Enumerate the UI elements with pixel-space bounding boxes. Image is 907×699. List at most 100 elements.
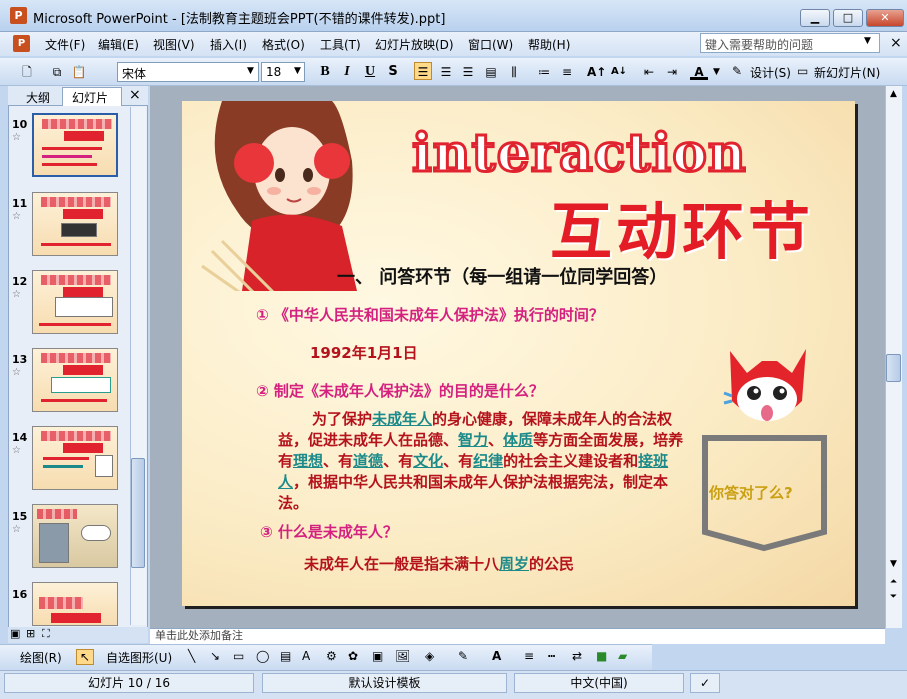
- menu-format[interactable]: 格式(O): [262, 36, 305, 53]
- fill-color-icon[interactable]: ◈: [425, 649, 434, 663]
- font-color-button[interactable]: A: [690, 63, 708, 80]
- chevron-down-icon[interactable]: ▼: [247, 66, 254, 76]
- align-right-button[interactable]: ☰: [459, 63, 477, 81]
- decrease-indent-button[interactable]: ⇤: [640, 63, 658, 81]
- text-direction-button[interactable]: ⫼: [505, 63, 523, 81]
- justify-button[interactable]: ▤: [482, 63, 500, 81]
- textbox-tool-icon[interactable]: ▤: [280, 649, 291, 663]
- normal-view-icon[interactable]: ▣: [10, 627, 20, 640]
- keyword-link[interactable]: 纪律: [473, 452, 503, 470]
- align-center-button[interactable]: ☰: [437, 63, 455, 81]
- notes-pane[interactable]: 单击此处添加备注: [150, 628, 885, 644]
- wordart-tool-icon[interactable]: A: [302, 649, 310, 663]
- panel-scroll-thumb[interactable]: [131, 458, 145, 568]
- tab-slides[interactable]: 幻灯片: [72, 89, 108, 106]
- thumb-number: 11: [12, 197, 28, 210]
- thumb-line: [42, 155, 92, 158]
- chevron-down-icon[interactable]: ▼: [294, 66, 301, 76]
- line-style-icon[interactable]: ≡: [524, 649, 534, 663]
- increase-font-button[interactable]: A↑: [587, 63, 606, 81]
- 3d-style-icon[interactable]: ▰: [618, 649, 627, 663]
- numbering-button[interactable]: ≔: [535, 63, 553, 81]
- draw-menu-button[interactable]: 绘图(R): [20, 649, 62, 666]
- keyword-link[interactable]: 理想: [293, 452, 323, 470]
- slide-thumbnail-13[interactable]: [32, 348, 118, 412]
- spelling-check-icon[interactable]: ✓: [690, 673, 720, 693]
- slide-scroll-thumb[interactable]: [886, 354, 901, 382]
- panel-close-button[interactable]: ×: [129, 87, 141, 103]
- bold-button[interactable]: B: [316, 63, 334, 81]
- document-close-button[interactable]: ×: [890, 35, 902, 51]
- picture-tool-icon[interactable]: ▣: [372, 649, 383, 663]
- slide-thumbnail-15[interactable]: [32, 504, 118, 568]
- font-name-select[interactable]: 宋体: [117, 62, 259, 82]
- align-left-button[interactable]: ☰: [414, 62, 432, 80]
- slide-thumbnail-14[interactable]: [32, 426, 118, 490]
- next-slide-icon[interactable]: ⏷: [886, 590, 901, 604]
- animation-star-icon: ☆: [12, 289, 21, 300]
- line-tool-icon[interactable]: ╲: [188, 649, 195, 663]
- minimize-button[interactable]: ▁: [800, 9, 830, 27]
- arrow-style-icon[interactable]: ⇄: [572, 649, 582, 663]
- dash-style-icon[interactable]: ┅: [548, 649, 555, 663]
- increase-indent-button[interactable]: ⇥: [663, 63, 681, 81]
- slide-thumbnail-10[interactable]: [32, 113, 118, 177]
- bullets-button[interactable]: ≡: [558, 63, 576, 81]
- menu-edit[interactable]: 编辑(E): [98, 36, 139, 53]
- new-slide-icon[interactable]: ▭: [797, 64, 808, 78]
- menu-insert[interactable]: 插入(I): [210, 36, 247, 53]
- keyword-link[interactable]: 体质: [503, 431, 533, 449]
- thumb-box: [55, 297, 113, 317]
- menu-view[interactable]: 视图(V): [153, 36, 195, 53]
- previous-slide-icon[interactable]: ⏶: [886, 575, 901, 589]
- menu-window[interactable]: 窗口(W): [468, 36, 513, 53]
- powerpoint-app-icon[interactable]: P: [10, 7, 27, 24]
- copy-icon[interactable]: ⧉: [48, 63, 66, 81]
- paste-icon[interactable]: 📋: [70, 63, 88, 81]
- slide-canvas[interactable]: interaction 互动环节 一、 问答环节（每一组请一位同学回答） ① 《…: [182, 101, 855, 606]
- keyword-link[interactable]: 智力: [458, 431, 488, 449]
- clipart-tool-icon[interactable]: ✿: [348, 649, 358, 663]
- italic-button[interactable]: I: [338, 63, 356, 81]
- slide-sorter-icon[interactable]: ⊞: [26, 627, 35, 640]
- menu-tools[interactable]: 工具(T): [320, 36, 361, 53]
- maximize-button[interactable]: □: [833, 9, 863, 27]
- design-icon[interactable]: ✎: [732, 64, 742, 78]
- keyword-link[interactable]: 道德: [353, 452, 383, 470]
- autoshapes-menu-button[interactable]: 自选图形(U): [106, 649, 172, 666]
- slideshow-icon[interactable]: ⛶: [42, 627, 50, 641]
- chevron-down-icon[interactable]: ▼: [713, 67, 720, 77]
- keyword-link[interactable]: 周岁: [499, 555, 529, 573]
- scroll-up-icon[interactable]: ▲: [886, 87, 901, 101]
- keyword-link[interactable]: 未成年人: [372, 410, 432, 428]
- decrease-font-button[interactable]: A↓: [610, 63, 628, 81]
- insert-image-icon[interactable]: 🖼: [395, 649, 410, 663]
- document-icon[interactable]: P: [13, 35, 30, 52]
- help-search-input[interactable]: 键入需要帮助的问题: [700, 33, 880, 53]
- new-document-icon[interactable]: 🗋: [18, 63, 36, 81]
- slide-thumbnail-12[interactable]: [32, 270, 118, 334]
- select-pointer-icon[interactable]: ↖: [76, 649, 95, 665]
- text-color-icon[interactable]: A: [492, 649, 501, 663]
- design-button[interactable]: 设计(S): [750, 64, 791, 81]
- rectangle-tool-icon[interactable]: ▭: [233, 649, 244, 663]
- underline-button[interactable]: U: [361, 63, 379, 81]
- menu-slideshow[interactable]: 幻灯片放映(D): [375, 36, 454, 53]
- slide-thumbnail-16[interactable]: [32, 582, 118, 626]
- shadow-button[interactable]: S: [384, 63, 402, 81]
- menu-help[interactable]: 帮助(H): [528, 36, 570, 53]
- oval-tool-icon[interactable]: ◯: [256, 649, 269, 663]
- line-color-icon[interactable]: ✎: [458, 649, 468, 663]
- diagram-tool-icon[interactable]: ⚙: [326, 649, 337, 663]
- new-slide-button[interactable]: 新幻灯片(N): [814, 64, 880, 81]
- scroll-down-icon[interactable]: ▼: [886, 557, 901, 571]
- menu-file[interactable]: 文件(F): [45, 36, 85, 53]
- arrow-tool-icon[interactable]: ↘: [210, 649, 220, 663]
- tab-outline[interactable]: 大纲: [26, 89, 50, 106]
- keyword-link[interactable]: 文化: [413, 452, 443, 470]
- chevron-down-icon[interactable]: ▼: [864, 36, 871, 46]
- close-window-button[interactable]: ✕: [866, 9, 904, 27]
- thumb-line: [42, 147, 102, 150]
- slide-thumbnail-11[interactable]: [32, 192, 118, 256]
- shadow-style-icon[interactable]: ■: [596, 649, 607, 663]
